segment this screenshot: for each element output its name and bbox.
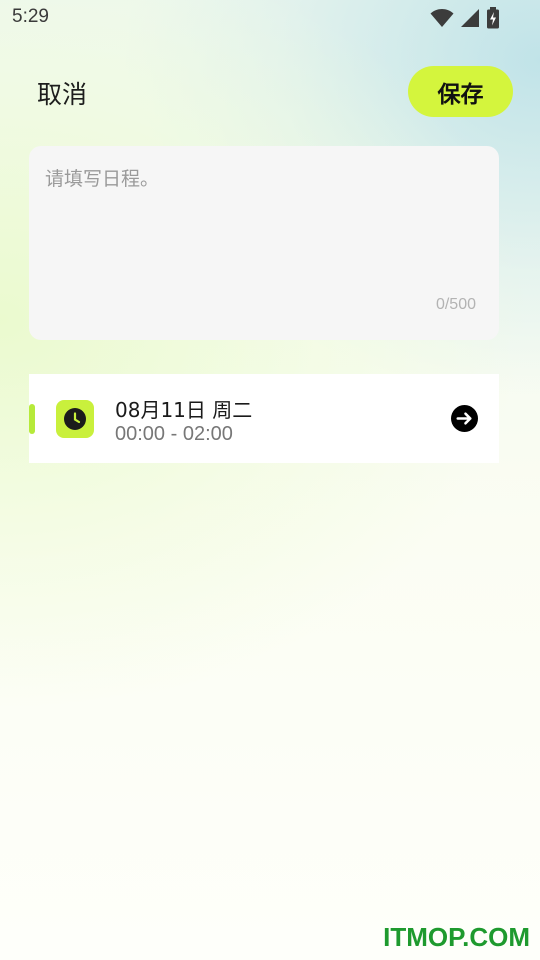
schedule-date: 08月11日 周二 bbox=[115, 398, 253, 422]
arrow-right-circle-icon[interactable] bbox=[451, 405, 478, 432]
status-icons bbox=[430, 7, 500, 29]
schedule-time-row[interactable]: 08月11日 周二 00:00 - 02:00 bbox=[29, 374, 499, 463]
schedule-time-range: 00:00 - 02:00 bbox=[115, 423, 233, 445]
save-button[interactable]: 保存 bbox=[408, 66, 513, 117]
status-time: 5:29 bbox=[12, 6, 49, 27]
battery-charging-icon bbox=[487, 7, 499, 29]
clock-badge bbox=[56, 400, 94, 438]
accent-bar bbox=[29, 404, 35, 434]
status-bar: 5:29 bbox=[0, 0, 540, 36]
schedule-text-input[interactable] bbox=[45, 164, 483, 284]
clock-icon bbox=[64, 408, 86, 430]
watermark: ITMOP.COM bbox=[383, 922, 530, 952]
cancel-button[interactable]: 取消 bbox=[37, 75, 87, 111]
signal-icon bbox=[461, 9, 479, 27]
schedule-editor-card: 0/500 bbox=[29, 146, 499, 340]
char-counter: 0/500 bbox=[435, 296, 476, 313]
wifi-icon bbox=[430, 9, 454, 27]
